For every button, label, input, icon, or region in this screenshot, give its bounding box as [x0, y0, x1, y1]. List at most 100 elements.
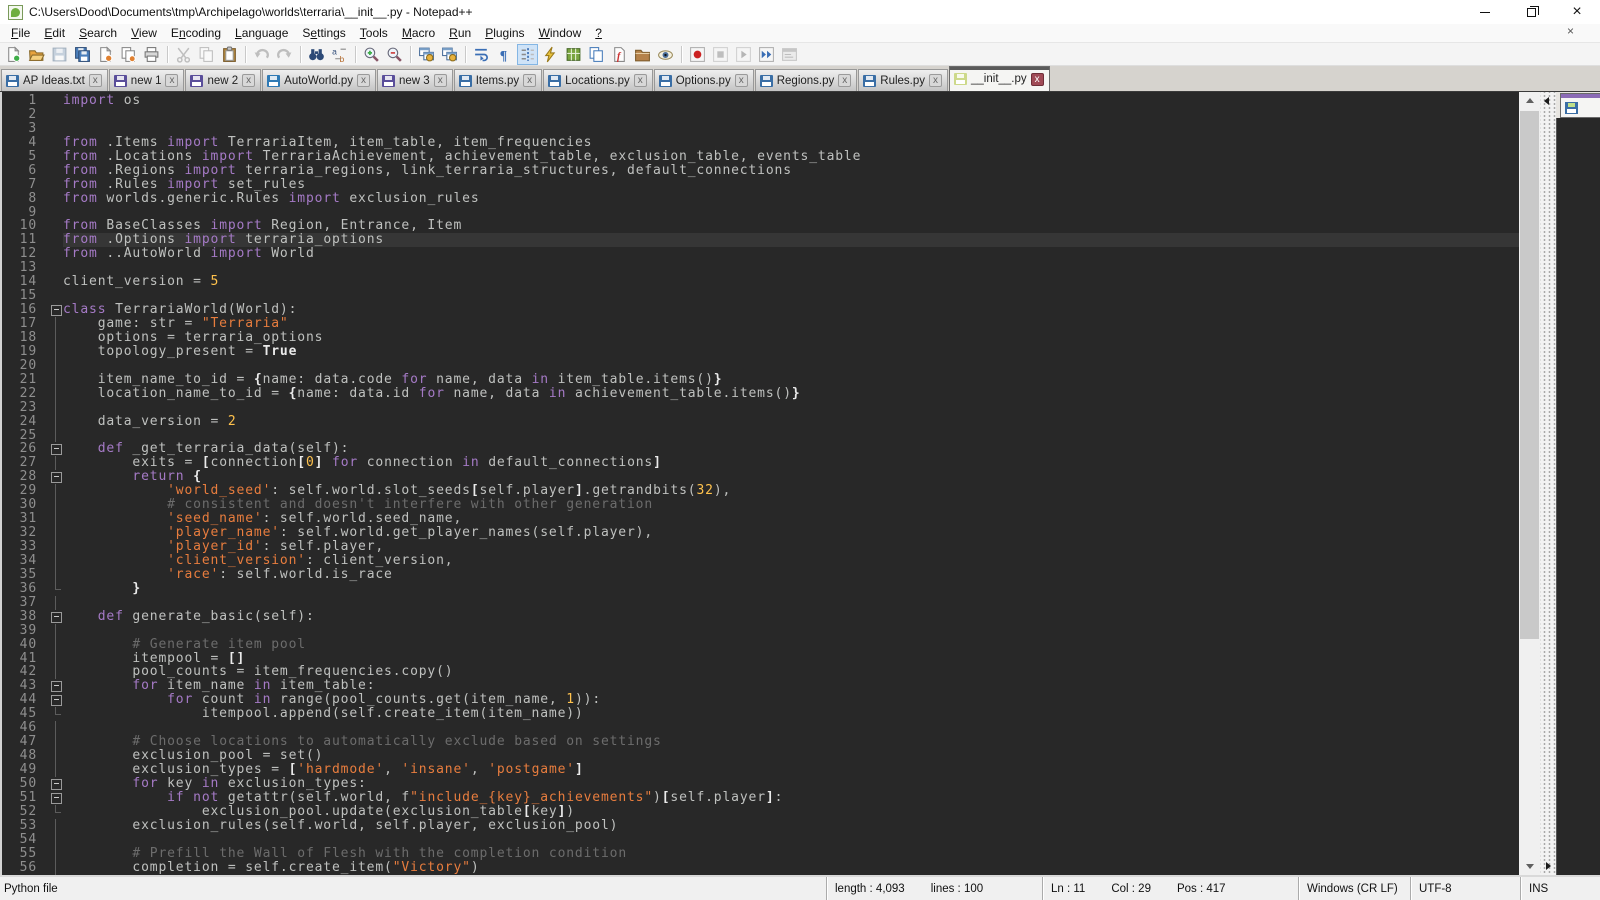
menu-search[interactable]: Search: [72, 25, 124, 41]
tab-close-icon[interactable]: x: [735, 74, 748, 87]
new-file-icon[interactable]: [3, 44, 24, 65]
find-icon[interactable]: [306, 44, 327, 65]
code-text: [63, 721, 1519, 735]
view-splitter[interactable]: [1540, 92, 1556, 875]
indent-guide-icon[interactable]: [517, 44, 538, 65]
status-typing-mode[interactable]: INS: [1520, 877, 1600, 900]
tab-new-1[interactable]: new 1x: [109, 69, 185, 91]
redo-icon[interactable]: [274, 44, 295, 65]
tab-new-2[interactable]: new 2x: [185, 69, 261, 91]
tab-scroll-left-icon[interactable]: [1544, 97, 1549, 105]
menu-settings[interactable]: Settings: [295, 25, 352, 41]
menu-tools[interactable]: Tools: [353, 25, 395, 41]
open-file-icon[interactable]: [26, 44, 47, 65]
tab--init-py[interactable]: __init__.pyx: [949, 66, 1050, 91]
tab-close-icon[interactable]: x: [929, 74, 942, 87]
fold-toggle-icon[interactable]: [48, 679, 63, 693]
macro-run-multiple-icon[interactable]: [756, 44, 777, 65]
zoom-in-icon[interactable]: [361, 44, 382, 65]
monitoring-icon[interactable]: [655, 44, 676, 65]
tab-close-icon[interactable]: x: [357, 74, 370, 87]
secondary-editor[interactable]: [1556, 118, 1600, 875]
undo-icon[interactable]: [251, 44, 272, 65]
word-wrap-icon[interactable]: [471, 44, 492, 65]
code-line: 11from .Options import terraria_options: [2, 233, 1519, 247]
menu-run[interactable]: Run: [442, 25, 478, 41]
macro-save-icon[interactable]: [779, 44, 800, 65]
copy-icon[interactable]: [196, 44, 217, 65]
save-icon[interactable]: [49, 44, 70, 65]
cut-icon[interactable]: [173, 44, 194, 65]
fold-toggle-icon[interactable]: [48, 442, 63, 456]
show-all-characters-icon[interactable]: ¶: [494, 44, 515, 65]
status-encoding[interactable]: UTF-8: [1410, 877, 1520, 900]
tab-close-icon[interactable]: x: [838, 74, 851, 87]
macro-play-icon[interactable]: [733, 44, 754, 65]
document-list-icon[interactable]: [586, 44, 607, 65]
tab-ap-ideas-txt[interactable]: AP Ideas.txtx: [1, 69, 108, 91]
minimize-button[interactable]: [1462, 0, 1508, 24]
macro-stop-icon[interactable]: [710, 44, 731, 65]
tab-new-3[interactable]: new 3x: [377, 69, 453, 91]
tab-rules-py[interactable]: Rules.pyx: [858, 69, 948, 91]
macro-record-icon[interactable]: [687, 44, 708, 65]
vertical-scrollbar[interactable]: [1519, 92, 1540, 875]
fold-margin: [48, 624, 63, 638]
scroll-up-icon[interactable]: [1519, 92, 1540, 109]
fold-toggle-icon[interactable]: [48, 693, 63, 707]
fold-toggle-icon[interactable]: [48, 470, 63, 484]
scrollbar-thumb[interactable]: [1520, 111, 1539, 639]
status-eol-format[interactable]: Windows (CR LF): [1298, 877, 1410, 900]
fold-toggle-icon[interactable]: [48, 610, 63, 624]
tab-close-icon[interactable]: x: [242, 74, 255, 87]
tab-close-icon[interactable]: x: [1031, 73, 1044, 86]
close-file-icon[interactable]: [95, 44, 116, 65]
tab-close-icon[interactable]: x: [523, 74, 536, 87]
replace-icon[interactable]: ab: [329, 44, 350, 65]
tab-close-icon[interactable]: x: [165, 74, 178, 87]
code-text: 'seed_name': self.world.seed_name,: [63, 512, 1519, 526]
menu-view[interactable]: View: [124, 25, 164, 41]
fold-margin: [48, 665, 63, 679]
splitter-arrow-icon[interactable]: [1546, 862, 1551, 870]
scroll-down-icon[interactable]: [1519, 858, 1540, 875]
menu-window[interactable]: Window: [532, 25, 589, 41]
line-number: 15: [2, 289, 48, 303]
fold-toggle-icon[interactable]: [48, 777, 63, 791]
close-all-icon[interactable]: [118, 44, 139, 65]
fold-toggle-icon[interactable]: [48, 303, 63, 317]
tab-autoworld-py[interactable]: AutoWorld.pyx: [262, 69, 376, 91]
zoom-out-icon[interactable]: [384, 44, 405, 65]
sync-vertical-scroll-icon[interactable]: [416, 44, 437, 65]
save-all-icon[interactable]: [72, 44, 93, 65]
menu-edit[interactable]: Edit: [37, 25, 72, 41]
code-text: pool_counts = item_frequencies.copy(): [63, 665, 1519, 679]
tab-regions-py[interactable]: Regions.pyx: [755, 69, 858, 91]
close-button[interactable]: ×: [1554, 0, 1600, 24]
menu-language[interactable]: Language: [228, 25, 295, 41]
paste-icon[interactable]: [219, 44, 240, 65]
menu-help[interactable]: ?: [588, 25, 609, 41]
menu-plugins[interactable]: Plugins: [478, 25, 531, 41]
tab-close-icon[interactable]: x: [434, 74, 447, 87]
document-map-icon[interactable]: [563, 44, 584, 65]
function-completion-icon[interactable]: [540, 44, 561, 65]
print-icon[interactable]: [141, 44, 162, 65]
folder-as-workspace-icon[interactable]: [632, 44, 653, 65]
code-editor[interactable]: 1import os234from .Items import Terraria…: [2, 92, 1519, 875]
menu-file[interactable]: File: [4, 25, 37, 41]
fold-toggle-icon[interactable]: [48, 791, 63, 805]
function-list-icon[interactable]: f: [609, 44, 630, 65]
secondary-tab[interactable]: [1560, 93, 1600, 118]
tab-items-py[interactable]: Items.pyx: [454, 69, 542, 91]
restore-button[interactable]: [1508, 0, 1554, 24]
menu-macro[interactable]: Macro: [395, 25, 442, 41]
tab-locations-py[interactable]: Locations.pyx: [543, 69, 653, 91]
tab-close-icon[interactable]: x: [89, 74, 102, 87]
panel-close-icon[interactable]: ×: [1567, 24, 1574, 38]
menu-encoding[interactable]: Encoding: [164, 25, 228, 41]
sync-horizontal-scroll-icon[interactable]: [439, 44, 460, 65]
code-text: from worlds.generic.Rules import exclusi…: [63, 192, 1519, 206]
tab-close-icon[interactable]: x: [634, 74, 647, 87]
tab-options-py[interactable]: Options.pyx: [654, 69, 754, 91]
